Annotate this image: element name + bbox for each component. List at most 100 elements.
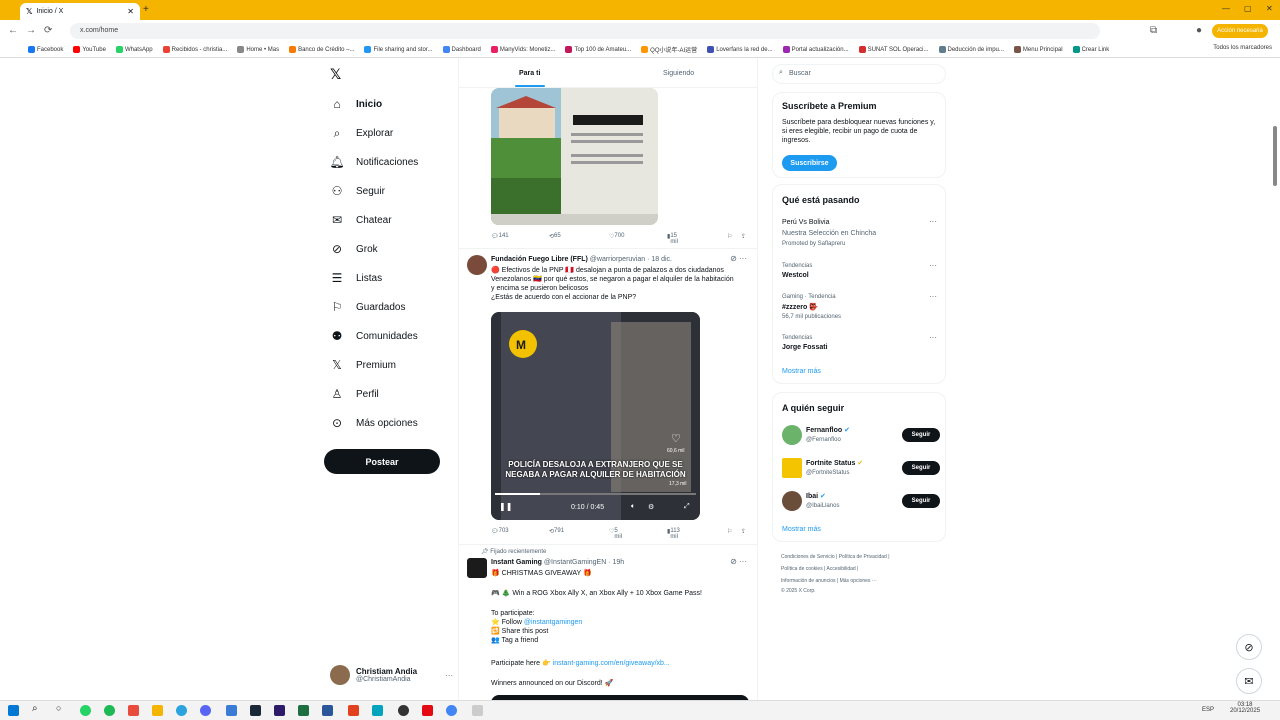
post-image[interactable] bbox=[491, 88, 658, 225]
nav-item-grok[interactable]: ⊘ Grok bbox=[330, 242, 378, 256]
repost-button[interactable]: ⟲ 65 bbox=[549, 233, 561, 240]
app-icon[interactable] bbox=[472, 705, 483, 716]
folder-icon[interactable] bbox=[152, 705, 163, 716]
bookmark-icon[interactable]: ⚐ bbox=[727, 528, 732, 535]
clock[interactable]: 03:18 20/12/2025 bbox=[1230, 702, 1260, 714]
app-icon[interactable] bbox=[372, 705, 383, 716]
back-icon[interactable]: ← bbox=[8, 25, 18, 36]
follow-button[interactable]: Seguir bbox=[902, 461, 940, 475]
author-name[interactable]: Fundación Fuego Libre (FFL) bbox=[491, 256, 588, 263]
bookmark[interactable]: SUNAT SOL Operaci... bbox=[858, 46, 929, 53]
video-player[interactable]: M POLICÍA DESALOJA A EXTRANJERO QUE SE N… bbox=[491, 312, 700, 520]
bookmark[interactable]: Dashboard bbox=[442, 46, 481, 53]
footer-link[interactable]: Accesibilidad bbox=[827, 566, 856, 572]
telegram-icon[interactable] bbox=[176, 705, 187, 716]
address-input[interactable]: x.com/home bbox=[70, 23, 1100, 39]
forward-icon[interactable]: → bbox=[26, 25, 36, 36]
browser-tab[interactable]: 𝕏 Inicio / X ✕ bbox=[20, 3, 140, 20]
subscribe-button[interactable]: Suscribirse bbox=[782, 155, 837, 171]
nav-item-guardados[interactable]: ⚐ Guardados bbox=[330, 300, 406, 314]
share-icon[interactable]: ⇪ bbox=[741, 528, 746, 535]
more-icon[interactable]: ⊘ ··· bbox=[730, 254, 747, 263]
language-indicator[interactable]: ESP bbox=[1202, 707, 1214, 713]
footer-link[interactable]: Condiciones de Servicio bbox=[781, 554, 835, 560]
nav-item-seguir[interactable]: ⚇ Seguir bbox=[330, 184, 385, 198]
nav-item-inicio[interactable]: ⌂ Inicio bbox=[330, 97, 382, 111]
search-icon[interactable]: ⌕ bbox=[32, 703, 43, 714]
nav-item-notificaciones[interactable]: 🔔︎ Notificaciones bbox=[329, 155, 418, 169]
x-logo-icon[interactable]: 𝕏 bbox=[330, 66, 341, 83]
word-icon[interactable] bbox=[322, 705, 333, 716]
minimize-icon[interactable]: — bbox=[1222, 4, 1230, 13]
avatar[interactable] bbox=[467, 558, 487, 578]
avatar[interactable] bbox=[467, 255, 487, 275]
bookmark[interactable]: Loverfans la red de... bbox=[707, 46, 773, 53]
search-input[interactable]: ⌕ Buscar bbox=[772, 64, 946, 84]
bookmark[interactable]: WhatsApp bbox=[115, 46, 153, 53]
app-icon[interactable] bbox=[128, 705, 139, 716]
scrollbar-thumb[interactable] bbox=[1273, 126, 1277, 186]
post-button[interactable]: Postear bbox=[324, 449, 440, 474]
steam-icon[interactable] bbox=[250, 705, 261, 716]
like-button[interactable]: ♡ 5 mil bbox=[609, 528, 622, 540]
footer-link[interactable]: Más opciones ··· bbox=[840, 578, 877, 584]
nav-item-explorar[interactable]: ⌕ Explorar bbox=[330, 126, 394, 140]
discord-icon[interactable] bbox=[200, 705, 211, 716]
nav-item-comunidades[interactable]: ⚉ Comunidades bbox=[330, 329, 418, 343]
bookmark[interactable]: QQ小说年-AI运营 bbox=[641, 45, 697, 54]
whatsapp-icon[interactable] bbox=[80, 705, 91, 716]
repost-button[interactable]: ⟲ 791 bbox=[549, 528, 564, 535]
update-button[interactable]: Acción necesaria bbox=[1212, 24, 1268, 38]
grok-icon[interactable]: ⊘ bbox=[1236, 634, 1262, 660]
app-icon[interactable] bbox=[398, 705, 409, 716]
all-bookmarks-link[interactable]: Todos los marcadores bbox=[1213, 45, 1272, 51]
bookmark[interactable]: ManyVids: Monetiz... bbox=[490, 46, 555, 53]
bookmark-icon[interactable]: ⚐ bbox=[727, 233, 732, 240]
footer-link[interactable]: Información de anuncios bbox=[781, 578, 835, 584]
bookmark[interactable]: Deducción de impu... bbox=[938, 46, 1004, 53]
show-more-link[interactable]: Mostrar más bbox=[782, 526, 821, 533]
chrome-icon[interactable] bbox=[446, 705, 457, 716]
netflix-icon[interactable] bbox=[422, 705, 433, 716]
author-handle[interactable]: @InstantGamingEN · 19h bbox=[544, 559, 624, 566]
nav-item-premium[interactable]: 𝕏 Premium bbox=[330, 358, 396, 372]
nav-item-listas[interactable]: ☰ Listas bbox=[330, 271, 383, 285]
reply-button[interactable]: 💬︎ 141 bbox=[491, 233, 509, 240]
bookmark[interactable]: YouTube bbox=[73, 46, 106, 53]
profile-icon[interactable]: ● bbox=[1196, 25, 1202, 36]
bookmark[interactable]: File sharing and stor... bbox=[364, 46, 433, 53]
app-icon[interactable] bbox=[226, 705, 237, 716]
bookmark[interactable]: Facebook bbox=[28, 46, 63, 53]
reply-button[interactable]: 💬︎ 703 bbox=[491, 528, 509, 535]
views-count[interactable]: ▮ 15 mil bbox=[667, 233, 678, 245]
bookmark[interactable]: Recibidos - christia... bbox=[162, 46, 227, 53]
more-icon[interactable]: ··· bbox=[929, 261, 937, 270]
share-icon[interactable]: ⇪ bbox=[741, 233, 746, 240]
nav-item-mas-opciones[interactable]: ⊙ Más opciones bbox=[330, 416, 418, 430]
footer-link[interactable]: Política de Privacidad bbox=[839, 554, 887, 560]
bookmark[interactable]: Top 100 de Amateu... bbox=[565, 46, 631, 53]
like-button[interactable]: ♡ 700 bbox=[609, 233, 624, 240]
bookmark[interactable]: Banco de Crédito –... bbox=[289, 46, 354, 53]
app-icon[interactable] bbox=[348, 705, 359, 716]
more-icon[interactable]: ⊘ ··· bbox=[730, 557, 747, 566]
author-name[interactable]: Instant Gaming bbox=[491, 559, 542, 566]
maximize-icon[interactable]: ▢ bbox=[1244, 4, 1252, 13]
bookmark[interactable]: Portal actualización... bbox=[782, 46, 849, 53]
follow-button[interactable]: Seguir bbox=[902, 428, 940, 442]
premiere-icon[interactable] bbox=[274, 705, 285, 716]
windows-start-icon[interactable] bbox=[8, 705, 19, 716]
bookmark[interactable]: Menu Principal bbox=[1013, 46, 1063, 53]
spotify-icon[interactable] bbox=[104, 705, 115, 716]
follow-button[interactable]: Seguir bbox=[902, 494, 940, 508]
pause-icon[interactable]: ❚❚ bbox=[499, 502, 512, 511]
bookmark[interactable]: Crear Link bbox=[1072, 46, 1109, 53]
mention-link[interactable]: @instantgamingen bbox=[524, 619, 582, 626]
more-icon[interactable]: ··· bbox=[929, 333, 937, 342]
giveaway-link[interactable]: instant-gaming.com/en/giveaway/xb... bbox=[553, 660, 670, 667]
volume-icon[interactable]: 🔈︎ bbox=[631, 503, 635, 511]
fullscreen-icon[interactable]: ⤢ bbox=[684, 503, 690, 511]
nav-item-chatear[interactable]: ✉ Chatear bbox=[330, 213, 392, 227]
bookmark[interactable]: Home • Mas bbox=[237, 46, 279, 53]
more-icon[interactable]: ··· bbox=[929, 292, 937, 301]
